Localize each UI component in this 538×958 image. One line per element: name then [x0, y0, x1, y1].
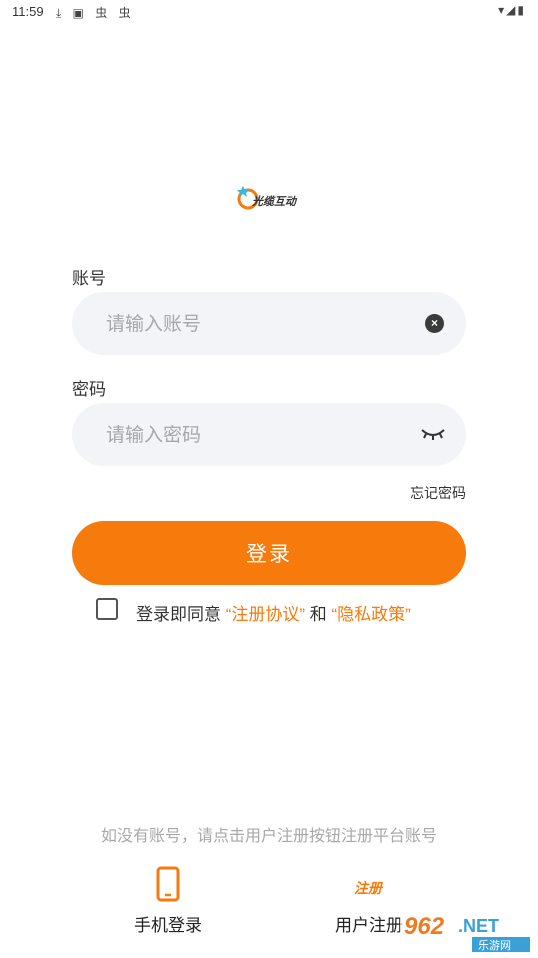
- status-time: 11:59: [12, 4, 44, 19]
- privacy-link[interactable]: “隐私政策”: [332, 605, 411, 624]
- agreement-text: 登录即同意 “注册协议” 和 “隐私政策”: [136, 600, 411, 625]
- svg-text:乐游网: 乐游网: [478, 939, 511, 952]
- login-button[interactable]: 登录: [72, 521, 466, 585]
- agreement-conjunction: 和: [305, 605, 332, 624]
- status-bar: 11:59 ⤓ ▣ 虫 虫 ▾◢▮: [0, 0, 538, 24]
- register-hint: 如没有账号，请点击用户注册按钮注册平台账号: [100, 828, 437, 845]
- phone-login-button[interactable]: 手机登录: [134, 911, 202, 936]
- phone-icon[interactable]: [156, 866, 180, 902]
- agreement-prefix: 登录即同意: [136, 605, 226, 624]
- clear-icon[interactable]: ×: [425, 314, 444, 333]
- eye-closed-icon[interactable]: [420, 426, 446, 442]
- terms-link[interactable]: “注册协议”: [226, 605, 305, 624]
- register-icon[interactable]: 注册: [354, 878, 382, 898]
- brand-name: 光缆互动: [252, 196, 296, 208]
- svg-text:962: 962: [404, 913, 445, 940]
- watermark-logo: 962 .NET 乐游网: [400, 910, 534, 954]
- password-input[interactable]: [104, 403, 408, 468]
- signal-battery-icons: ▾◢▮: [498, 3, 526, 17]
- agreement-checkbox[interactable]: [96, 598, 118, 620]
- password-field: [72, 403, 466, 468]
- account-field: ×: [72, 292, 466, 357]
- user-register-button[interactable]: 用户注册: [335, 911, 403, 936]
- forgot-password-link[interactable]: 忘记密码: [410, 483, 466, 503]
- svg-text:.NET: .NET: [458, 916, 499, 936]
- notification-icons: ⤓ ▣ 虫 虫: [56, 6, 135, 20]
- account-label: 账号: [72, 269, 106, 288]
- account-input[interactable]: [104, 292, 408, 357]
- password-label: 密码: [72, 380, 106, 399]
